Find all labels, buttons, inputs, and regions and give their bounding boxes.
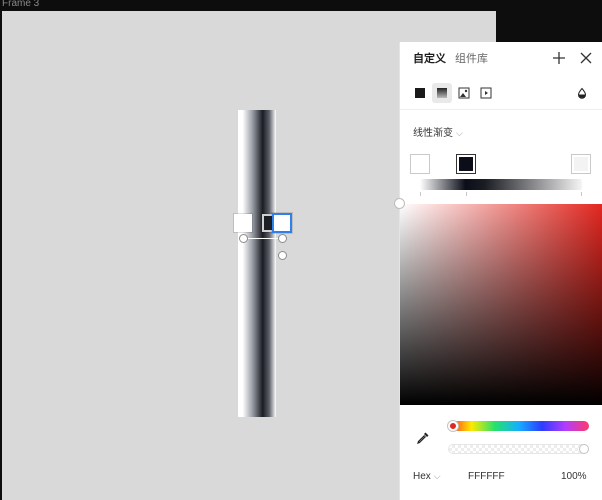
chevron-down-icon: ⌵ <box>456 128 463 138</box>
video-fill-icon <box>480 87 492 99</box>
gradient-stop-2-swatch <box>459 157 473 171</box>
gradient-stop-1-swatch <box>413 157 427 171</box>
hue-slider-handle[interactable] <box>448 421 458 431</box>
saturation-field[interactable] <box>400 204 602 405</box>
fill-panel: 自定义 组件库 线性渐变 ⌵ Hex ⌵ FFFFFF 100% <box>399 42 602 500</box>
gradient-stop-1[interactable] <box>410 154 430 174</box>
gradient-tick <box>581 192 582 196</box>
fill-type-row <box>400 76 602 110</box>
gradient-stop-2[interactable] <box>456 154 476 174</box>
alpha-slider-handle[interactable] <box>579 444 589 454</box>
gradient-type-label: 线性渐变 <box>413 128 453 139</box>
linear-gradient-icon <box>437 88 447 98</box>
color-format-label: Hex <box>413 471 431 482</box>
color-format-select[interactable]: Hex ⌵ <box>413 471 441 482</box>
gradient-stop-handle-selected[interactable] <box>272 213 292 233</box>
plus-icon[interactable] <box>552 51 566 65</box>
opacity-button[interactable] <box>572 83 592 103</box>
close-icon[interactable] <box>579 51 593 65</box>
hex-input[interactable]: FFFFFF <box>468 471 505 482</box>
gradient-stop-3-swatch <box>574 157 588 171</box>
image-fill-icon <box>458 87 470 99</box>
eyedropper-icon[interactable] <box>416 431 430 445</box>
gradient-stop-handle-white[interactable] <box>234 214 252 232</box>
gradient-end-point[interactable] <box>278 234 287 243</box>
gradient-track[interactable] <box>420 179 582 190</box>
gradient-ticks <box>420 192 582 196</box>
gradient-width-point[interactable] <box>278 251 287 260</box>
opacity-drop-icon <box>577 87 587 99</box>
gradient-tick <box>420 192 421 196</box>
hue-slider[interactable] <box>448 421 589 431</box>
alpha-slider[interactable] <box>448 444 589 454</box>
solid-fill-icon <box>415 88 425 98</box>
gradient-tick <box>466 192 467 196</box>
linear-gradient-button[interactable] <box>432 83 452 103</box>
video-fill-button[interactable] <box>476 83 496 103</box>
image-fill-button[interactable] <box>454 83 474 103</box>
chevron-down-icon: ⌵ <box>433 471 441 481</box>
alpha-input[interactable]: 100% <box>561 471 587 482</box>
gradient-start-point[interactable] <box>239 234 248 243</box>
tab-component-library[interactable]: 组件库 <box>455 53 488 66</box>
frame-label[interactable]: Frame 3 <box>2 0 39 10</box>
gradient-stop-3[interactable] <box>571 154 591 174</box>
tab-custom[interactable]: 自定义 <box>413 53 446 66</box>
gradient-type-select[interactable]: 线性渐变 ⌵ <box>413 124 463 139</box>
panel-tabs: 自定义 组件库 <box>400 42 602 76</box>
solid-fill-button[interactable] <box>410 83 430 103</box>
saturation-field-handle[interactable] <box>394 198 405 209</box>
gradient-handle-line <box>243 238 283 239</box>
gradient-rectangle[interactable] <box>238 110 276 417</box>
